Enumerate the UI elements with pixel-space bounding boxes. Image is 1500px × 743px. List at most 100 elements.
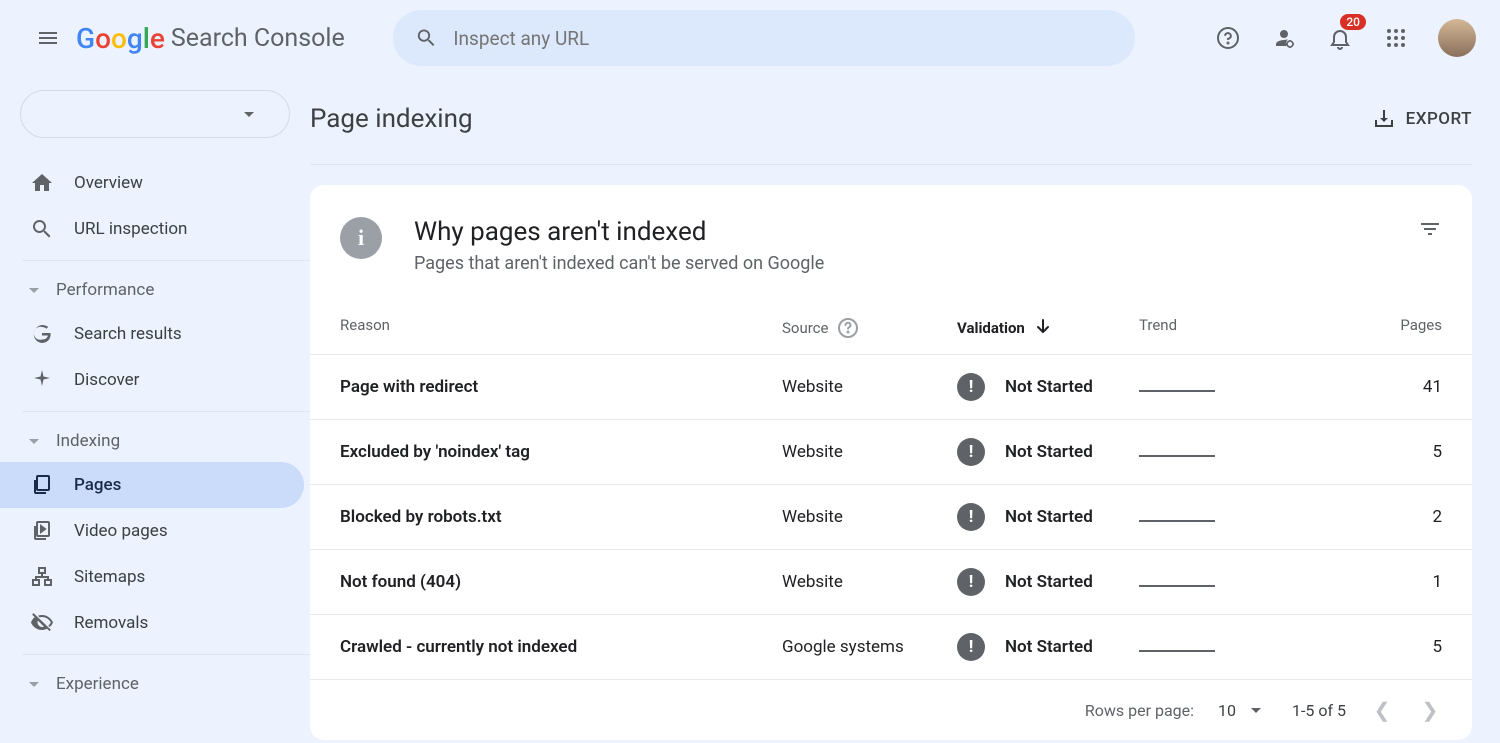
cell-pages: 41 xyxy=(1311,377,1442,397)
pages-icon xyxy=(30,473,56,497)
cell-pages: 5 xyxy=(1311,637,1442,657)
sidebar-item-label: Pages xyxy=(74,475,121,495)
notifications-icon[interactable]: 20 xyxy=(1326,24,1354,52)
cell-validation: !Not Started xyxy=(957,503,1139,531)
cell-trend xyxy=(1139,377,1311,397)
main: Overview URL inspection Performance Sear… xyxy=(0,76,1500,743)
trend-sparkline xyxy=(1139,585,1215,587)
people-settings-icon[interactable] xyxy=(1270,24,1298,52)
chevron-down-icon xyxy=(1244,698,1268,722)
sitemap-icon xyxy=(30,565,56,589)
divider xyxy=(22,260,310,261)
logo-product: Search Console xyxy=(171,24,345,53)
header-actions: 20 xyxy=(1214,19,1476,57)
chevron-down-icon xyxy=(22,429,46,453)
section-label: Performance xyxy=(56,280,154,300)
cell-source: Website xyxy=(782,507,957,527)
trend-sparkline xyxy=(1139,390,1215,392)
trend-sparkline xyxy=(1139,520,1215,522)
card-subtitle: Pages that aren't indexed can't be serve… xyxy=(414,253,824,274)
notifications-badge: 20 xyxy=(1340,14,1366,30)
sidebar-item-video-pages[interactable]: Video pages xyxy=(0,508,304,554)
warning-icon: ! xyxy=(957,503,985,531)
divider xyxy=(22,654,310,655)
table-row[interactable]: Not found (404)Website!Not Started1 xyxy=(310,550,1472,615)
warning-icon: ! xyxy=(957,373,985,401)
info-icon: i xyxy=(340,217,382,259)
sidebar: Overview URL inspection Performance Sear… xyxy=(0,76,310,743)
sidebar-item-overview[interactable]: Overview xyxy=(0,160,304,206)
home-icon xyxy=(30,171,56,195)
sidebar-item-label: Video pages xyxy=(74,521,168,541)
table-row[interactable]: Page with redirectWebsite!Not Started41 xyxy=(310,355,1472,420)
help-icon[interactable] xyxy=(1214,24,1242,52)
cell-source: Google systems xyxy=(782,637,957,657)
cell-pages: 1 xyxy=(1311,572,1442,592)
sidebar-item-label: Overview xyxy=(74,173,143,193)
rows-value: 10 xyxy=(1218,701,1236,720)
cell-trend xyxy=(1139,637,1311,657)
avatar[interactable] xyxy=(1438,19,1476,57)
sidebar-item-sitemaps[interactable]: Sitemaps xyxy=(0,554,304,600)
cell-validation: !Not Started xyxy=(957,438,1139,466)
cell-reason: Crawled - currently not indexed xyxy=(340,637,782,657)
logo[interactable]: Google Search Console xyxy=(76,22,345,55)
rows-per-page-select[interactable]: 10 xyxy=(1218,698,1268,722)
trend-sparkline xyxy=(1139,650,1215,652)
cell-source: Website xyxy=(782,442,957,462)
indexing-card: i Why pages aren't indexed Pages that ar… xyxy=(310,185,1472,740)
content: Page indexing EXPORT i Why pages aren't … xyxy=(310,76,1500,743)
cell-reason: Excluded by 'noindex' tag xyxy=(340,442,782,462)
sidebar-section-experience[interactable]: Experience xyxy=(0,663,310,705)
col-pages-header[interactable]: Pages xyxy=(1311,316,1442,340)
warning-icon: ! xyxy=(957,568,985,596)
page-range: 1-5 of 5 xyxy=(1292,701,1346,720)
download-icon xyxy=(1372,107,1396,131)
col-validation-header[interactable]: Validation xyxy=(957,316,1139,340)
divider xyxy=(22,411,310,412)
sidebar-item-label: Discover xyxy=(74,370,139,390)
filter-icon[interactable] xyxy=(1418,217,1442,245)
cell-reason: Page with redirect xyxy=(340,377,782,397)
section-label: Indexing xyxy=(56,431,120,451)
table-row[interactable]: Excluded by 'noindex' tagWebsite!Not Sta… xyxy=(310,420,1472,485)
g-icon xyxy=(30,322,56,346)
sidebar-item-removals[interactable]: Removals xyxy=(0,600,304,646)
pagination: Rows per page: 10 1-5 of 5 ❮ ❯ xyxy=(310,680,1472,722)
table-row[interactable]: Crawled - currently not indexedGoogle sy… xyxy=(310,615,1472,680)
sidebar-item-discover[interactable]: Discover xyxy=(0,357,304,403)
warning-icon: ! xyxy=(957,438,985,466)
search-bar[interactable] xyxy=(393,10,1135,66)
video-icon xyxy=(30,519,56,543)
help-icon xyxy=(836,316,860,340)
sidebar-item-search-results[interactable]: Search results xyxy=(0,311,304,357)
sidebar-section-performance[interactable]: Performance xyxy=(0,269,310,311)
col-reason-header[interactable]: Reason xyxy=(340,316,782,340)
sidebar-section-indexing[interactable]: Indexing xyxy=(0,420,310,462)
export-label: EXPORT xyxy=(1406,109,1472,129)
sidebar-item-url-inspection[interactable]: URL inspection xyxy=(0,206,304,252)
next-page-button[interactable]: ❯ xyxy=(1418,698,1442,722)
sidebar-item-pages[interactable]: Pages xyxy=(0,462,304,508)
sidebar-item-label: Removals xyxy=(74,613,148,633)
cell-trend xyxy=(1139,507,1311,527)
menu-icon[interactable] xyxy=(24,14,72,62)
table-row[interactable]: Blocked by robots.txtWebsite!Not Started… xyxy=(310,485,1472,550)
col-trend-header[interactable]: Trend xyxy=(1139,316,1311,340)
warning-icon: ! xyxy=(957,633,985,661)
cell-reason: Blocked by robots.txt xyxy=(340,507,782,527)
cell-trend xyxy=(1139,442,1311,462)
cell-reason: Not found (404) xyxy=(340,572,782,592)
export-button[interactable]: EXPORT xyxy=(1372,107,1472,131)
search-input[interactable] xyxy=(453,27,1112,50)
apps-icon[interactable] xyxy=(1382,24,1410,52)
cell-pages: 2 xyxy=(1311,507,1442,527)
cell-validation: !Not Started xyxy=(957,633,1139,661)
col-validation-label: Validation xyxy=(957,319,1025,337)
chevron-down-icon xyxy=(22,278,46,302)
property-selector[interactable] xyxy=(20,90,290,138)
col-source-header[interactable]: Source xyxy=(782,316,957,340)
asterisk-icon xyxy=(30,368,56,392)
prev-page-button[interactable]: ❮ xyxy=(1370,698,1394,722)
rows-per-page-label: Rows per page: xyxy=(1085,701,1194,720)
